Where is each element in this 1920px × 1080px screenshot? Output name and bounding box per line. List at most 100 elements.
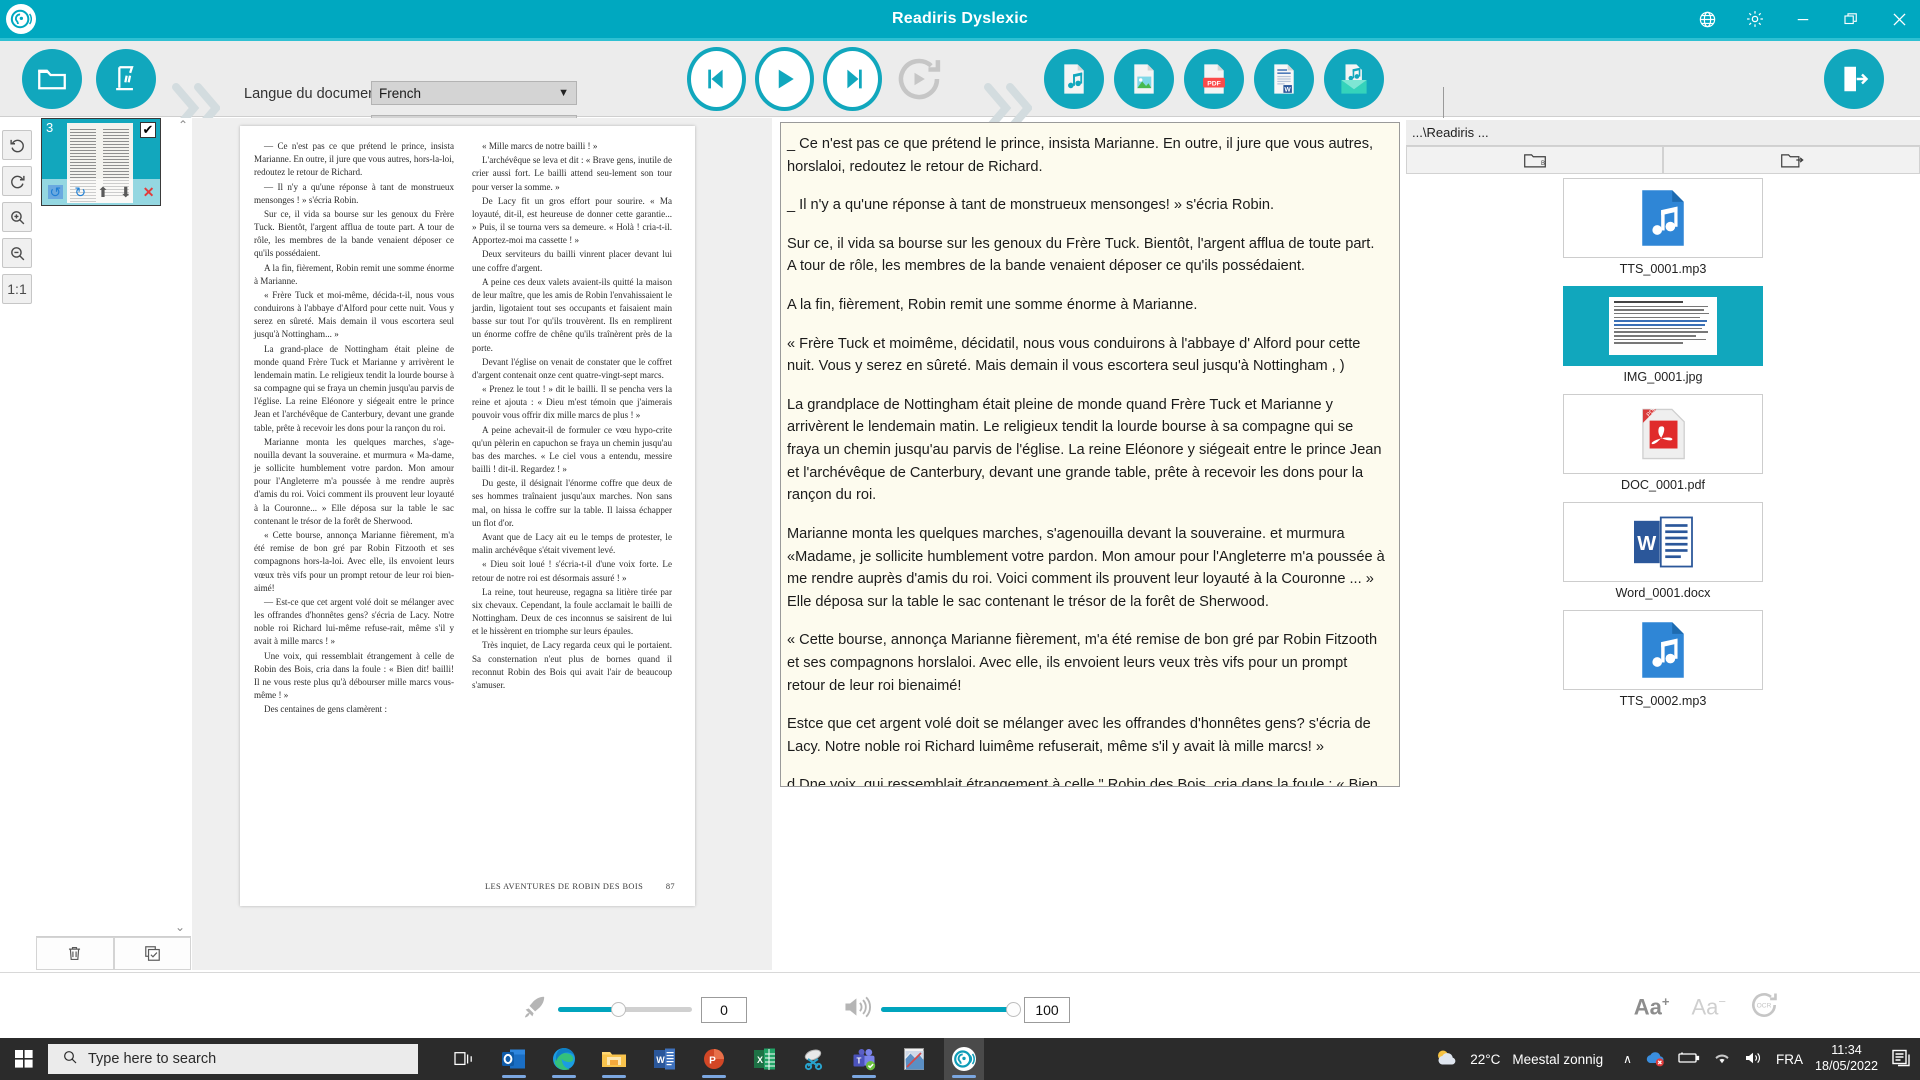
task-view-icon[interactable]: [444, 1038, 484, 1080]
scanned-page: — Ce n'est pas ce que prétend le prince,…: [240, 126, 695, 906]
send-audio-email-button[interactable]: [1324, 49, 1384, 109]
delete-pages-button[interactable]: [36, 937, 114, 970]
excel-taskbar-icon[interactable]: X: [744, 1038, 784, 1080]
volume-slider-handle[interactable]: [1006, 1002, 1021, 1017]
volume-slider[interactable]: [881, 1002, 1021, 1017]
scan-button[interactable]: [96, 49, 156, 109]
file-name-label: IMG_0001.jpg: [1623, 370, 1703, 384]
paint-taskbar-icon[interactable]: [894, 1038, 934, 1080]
onedrive-error-icon[interactable]: [1644, 1049, 1666, 1070]
new-folder-button[interactable]: B: [1406, 146, 1663, 174]
export-word-button[interactable]: W: [1254, 49, 1314, 109]
powerpoint-taskbar-icon[interactable]: P: [694, 1038, 734, 1080]
windows-start-icon[interactable]: [0, 1038, 48, 1080]
pages-collapse-icon[interactable]: ⌃: [178, 118, 188, 132]
open-file-button[interactable]: [22, 49, 82, 109]
thumb-rotate-right-icon[interactable]: ↻: [74, 185, 86, 199]
increase-font-button[interactable]: Aa+: [1634, 994, 1670, 1020]
page-number-label: 3: [46, 120, 54, 135]
minimize-button[interactable]: [1790, 6, 1816, 32]
output-file-list: TTS_0001.mp3 IMG_0001.jpg PDF DOC_0001.p…: [1406, 178, 1920, 718]
scan-paragraph: — Ce n'est pas ce que prétend le prince,…: [254, 141, 455, 178]
next-button[interactable]: [823, 47, 882, 111]
file-item[interactable]: PDF DOC_0001.pdf: [1406, 394, 1920, 492]
file-name-label: TTS_0001.mp3: [1619, 262, 1707, 276]
file-item[interactable]: TTS_0001.mp3: [1406, 178, 1920, 276]
play-button[interactable]: [755, 47, 814, 111]
export-image-button[interactable]: [1114, 49, 1174, 109]
scan-paragraph: Une voix, qui ressemblait étrangement à …: [254, 650, 454, 701]
word-taskbar-icon[interactable]: W: [644, 1038, 684, 1080]
scan-paragraph: L'archévêque se leva et dit : « Brave ge…: [472, 155, 672, 192]
scan-paragraph: Des centaines de gens clamèrent :: [264, 704, 387, 715]
readiris-taskbar-icon[interactable]: [944, 1038, 984, 1080]
settings-gear-icon[interactable]: [1742, 6, 1768, 32]
volume-control: 100: [842, 993, 1070, 1026]
thumb-rotate-left-icon[interactable]: ↺: [47, 185, 64, 199]
input-language-label[interactable]: FRA: [1776, 1052, 1803, 1067]
ocr-text-panel[interactable]: _ Ce n'est pas ce que prétend le prince,…: [780, 122, 1400, 787]
file-thumbnail[interactable]: [1563, 610, 1763, 690]
document-image-viewer[interactable]: — Ce n'est pas ce que prétend le prince,…: [192, 118, 772, 970]
rotate-right-button[interactable]: [2, 166, 32, 196]
restore-button[interactable]: [1838, 6, 1864, 32]
file-thumbnail[interactable]: [1563, 178, 1763, 258]
export-pdf-button[interactable]: PDF: [1184, 49, 1244, 109]
text-size-controls: Aa+ Aa− OCR: [1634, 989, 1780, 1026]
ocr-paragraph: _ Il n'y a qu'une réponse à tant de mons…: [787, 197, 1275, 214]
zoom-actual-size-button[interactable]: 1:1: [2, 274, 32, 304]
export-audio-button[interactable]: [1044, 49, 1104, 109]
output-folder-path: ...\Readiris ...: [1406, 120, 1920, 146]
readiris-dyslexic-window: Readiris Dyslexic Langue du document Fre…: [0, 0, 1920, 1080]
clock[interactable]: 11:34 18/05/2022: [1815, 1043, 1878, 1074]
thumb-move-up-icon[interactable]: ⬆: [97, 185, 109, 199]
notifications-icon[interactable]: [1890, 1048, 1912, 1071]
thumb-move-down-icon[interactable]: ⬇: [120, 185, 132, 199]
teams-taskbar-icon[interactable]: T: [844, 1038, 884, 1080]
battery-icon[interactable]: [1678, 1051, 1700, 1068]
logout-button[interactable]: [1824, 49, 1884, 109]
select-all-pages-button[interactable]: [113, 937, 191, 970]
close-button[interactable]: [1886, 6, 1912, 32]
snipping-tool-taskbar-icon[interactable]: [794, 1038, 834, 1080]
speed-slider-handle[interactable]: [611, 1002, 627, 1017]
speed-control: 0: [521, 993, 747, 1026]
language-select[interactable]: French ▼: [371, 81, 577, 105]
previous-button[interactable]: [687, 47, 746, 111]
file-item[interactable]: TTS_0002.mp3: [1406, 610, 1920, 708]
file-thumbnail[interactable]: PDF: [1563, 394, 1763, 474]
page-thumbnail[interactable]: 3 ✔ ↺ ↻ ⬆ ⬇ ✕: [41, 118, 161, 206]
language-globe-icon[interactable]: [1694, 6, 1720, 32]
date-label: 18/05/2022: [1814, 1059, 1878, 1073]
tray-overflow-icon[interactable]: ∧: [1623, 1052, 1632, 1066]
rotate-left-button[interactable]: [2, 130, 32, 160]
thumb-delete-icon[interactable]: ✕: [143, 185, 155, 199]
language-label: Langue du document: [244, 86, 381, 102]
ocr-paragraph: Estce que cet argent volé doit se mélang…: [787, 716, 1371, 755]
volume-value[interactable]: 100: [1024, 996, 1070, 1023]
outlook-taskbar-icon[interactable]: [494, 1038, 534, 1080]
zoom-out-button[interactable]: [2, 238, 32, 268]
file-item[interactable]: W Word_0001.docx: [1406, 502, 1920, 600]
partly-cloudy-icon[interactable]: [1434, 1047, 1458, 1072]
zoom-in-button[interactable]: [2, 202, 32, 232]
svg-text:W: W: [1285, 86, 1292, 93]
file-explorer-taskbar-icon[interactable]: [594, 1038, 634, 1080]
wifi-icon[interactable]: [1712, 1050, 1732, 1069]
scan-book-title: LES AVENTURES DE ROBIN DES BOIS: [485, 882, 644, 891]
file-item[interactable]: IMG_0001.jpg: [1406, 286, 1920, 384]
pages-expand-icon[interactable]: ⌄: [175, 920, 185, 934]
speed-slider[interactable]: [558, 1002, 692, 1017]
volume-icon[interactable]: [1744, 1050, 1764, 1069]
scan-paragraph: La reine, tout heureuse, regagna sa liti…: [472, 586, 672, 637]
page-select-checkbox[interactable]: ✔: [140, 122, 156, 138]
ocr-refresh-button[interactable]: OCR: [1748, 989, 1780, 1026]
file-thumbnail[interactable]: W: [1563, 502, 1763, 582]
decrease-font-button[interactable]: Aa−: [1691, 994, 1726, 1020]
edge-taskbar-icon[interactable]: [544, 1038, 584, 1080]
taskbar-search-input[interactable]: Type here to search: [48, 1044, 418, 1074]
open-folder-button[interactable]: [1663, 146, 1920, 174]
speed-value[interactable]: 0: [701, 996, 747, 1023]
file-thumbnail[interactable]: [1563, 286, 1763, 366]
replay-button: [889, 50, 948, 108]
